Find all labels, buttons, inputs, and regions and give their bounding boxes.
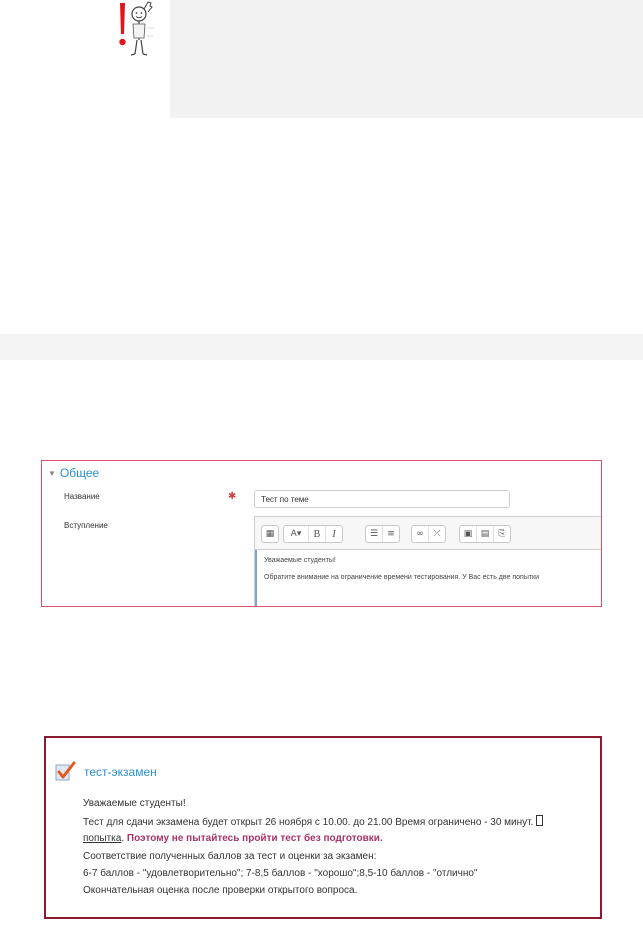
section-header-general[interactable]: ▼ Общее <box>48 466 99 480</box>
warning-text: Поэтому не пытайтесь пройти тест без под… <box>126 833 383 844</box>
link-icon[interactable]: ∞ <box>412 526 428 542</box>
preview-grading-intro: Соответствие полученных баллов за тест и… <box>83 851 377 862</box>
toolbar-group-2: A▾ B I <box>283 525 343 543</box>
preview-greeting: Уважаемые студенты! <box>83 798 186 809</box>
collapse-triangle-icon[interactable]: ▼ <box>48 469 56 478</box>
quiz-checkmark-icon <box>54 760 76 782</box>
warning-figure-illustration <box>108 0 158 58</box>
attempt-link[interactable]: попытка <box>83 833 121 844</box>
schedule-text: Тест для сдачи экзамена будет открыт 26 … <box>83 817 534 828</box>
toolbar-group-1: ▦ <box>261 525 279 543</box>
editor-toolbar: ▦ A▾ B I ☰ ≡ ∞ ⤫ ▣ ▤ ⎘ <box>255 517 601 550</box>
media-icon[interactable]: ▤ <box>476 526 493 542</box>
editor-line: Обратите внимание на ограничение времени… <box>264 574 540 581</box>
quiz-title-link[interactable]: тест-экзамен <box>84 765 157 779</box>
editor-content[interactable]: Уважаемые студенты! Обратите внимание на… <box>255 550 601 606</box>
required-icon: ✱ <box>228 491 237 502</box>
bold-icon[interactable]: B <box>308 526 325 542</box>
toolbar-toggle-icon[interactable]: ▦ <box>262 526 278 542</box>
name-input[interactable]: Тест по теме <box>254 490 510 508</box>
editor-line: Уважаемые студенты! <box>264 557 336 564</box>
section-title: Общее <box>59 466 100 480</box>
font-style-icon[interactable]: A▾ <box>284 526 308 542</box>
preview-final-note: Окончательная оценка после проверки откр… <box>83 885 358 896</box>
numbered-list-icon[interactable]: ≡ <box>382 526 399 542</box>
preview-attempt-line: попытка. Поэтому не пытайтесь пройти тес… <box>83 833 383 844</box>
unlink-icon[interactable]: ⤫ <box>428 526 445 542</box>
italic-icon[interactable]: I <box>325 526 342 542</box>
divider-band <box>0 334 643 360</box>
intro-label: Вступление <box>64 521 108 530</box>
quiz-preview-panel: тест-экзамен Уважаемые студенты! Тест дл… <box>44 736 602 919</box>
preview-schedule-line: Тест для сдачи экзамена будет открыт 26 … <box>83 815 544 828</box>
bullet-list-icon[interactable]: ☰ <box>366 526 382 542</box>
toolbar-group-3: ☰ ≡ <box>365 525 400 543</box>
toolbar-group-4: ∞ ⤫ <box>411 525 446 543</box>
grey-block <box>170 0 643 118</box>
missing-glyph-icon <box>536 815 544 826</box>
preview-grading-scale: 6-7 баллов - "удовлетворительно"; 7-8,5 … <box>83 868 478 879</box>
toolbar-group-5: ▣ ▤ ⎘ <box>459 525 511 543</box>
intro-editor[interactable]: ▦ A▾ B I ☰ ≡ ∞ ⤫ ▣ ▤ ⎘ Уважаемые студент… <box>254 516 601 606</box>
quiz-settings-form: ▼ Общее Название ✱ Тест по теме Вступлени… <box>41 460 602 607</box>
name-label: Название <box>64 492 100 501</box>
image-icon[interactable]: ▣ <box>460 526 476 542</box>
paste-icon[interactable]: ⎘ <box>493 526 510 542</box>
